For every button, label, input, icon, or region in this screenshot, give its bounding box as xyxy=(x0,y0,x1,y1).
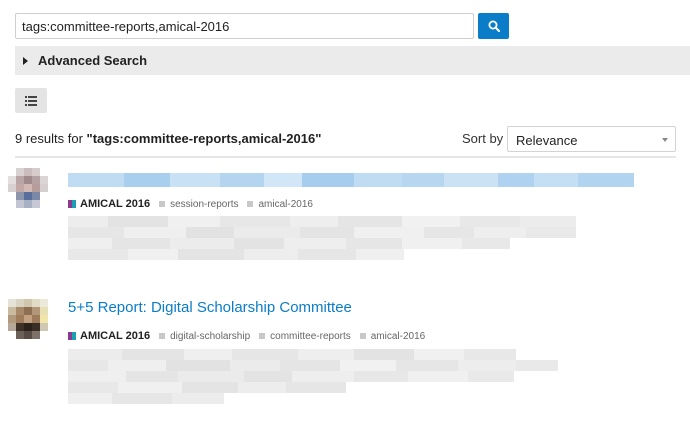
result-title[interactable] xyxy=(68,173,634,187)
list-view-button[interactable] xyxy=(15,88,47,113)
category-link[interactable]: AMICAL 2016 xyxy=(80,330,150,342)
category-icon xyxy=(68,332,76,340)
category-link[interactable]: AMICAL 2016 xyxy=(80,198,150,210)
tag-label: session-reports xyxy=(170,198,239,210)
tag-label: digital-scholarship xyxy=(170,330,251,342)
caret-right-icon xyxy=(23,56,28,65)
result-title[interactable]: 5+5 Report: Digital Scholarship Committe… xyxy=(68,299,352,316)
results-count: 9 results for xyxy=(15,131,87,146)
advanced-search-toggle[interactable]: Advanced Search xyxy=(15,46,690,75)
result-meta: AMICAL 2016 digital-scholarship committe… xyxy=(68,330,434,342)
tag-icon xyxy=(247,201,254,207)
results-query: "tags:committee-reports,amical-2016" xyxy=(86,131,322,146)
avatar[interactable] xyxy=(8,168,52,212)
tag[interactable]: amical-2016 xyxy=(359,330,426,342)
tag-icon xyxy=(159,333,166,339)
result-meta: AMICAL 2016 session-reports amical-2016 xyxy=(68,198,322,210)
tag[interactable]: amical-2016 xyxy=(247,198,313,210)
results-summary: 9 results for "tags:committee-reports,am… xyxy=(15,131,321,146)
category-icon xyxy=(68,200,76,208)
search-bar xyxy=(15,13,509,39)
search-icon xyxy=(488,20,500,32)
tag-icon xyxy=(159,201,166,207)
divider xyxy=(15,156,676,158)
tag-label: amical-2016 xyxy=(370,330,426,342)
search-input[interactable] xyxy=(15,13,474,39)
tag-icon xyxy=(259,333,266,339)
tag[interactable]: session-reports xyxy=(159,199,238,210)
sort-selected-value: Relevance xyxy=(516,133,578,148)
result-excerpt xyxy=(68,349,558,404)
advanced-search-label: Advanced Search xyxy=(38,53,148,68)
tag-label: amical-2016 xyxy=(258,198,313,210)
sort-select[interactable]: Relevance xyxy=(507,126,676,152)
sort-label: Sort by xyxy=(462,131,504,146)
result-excerpt xyxy=(68,216,576,260)
tag[interactable]: committee-reports xyxy=(259,331,351,342)
tag-label: committee-reports xyxy=(270,330,351,342)
tag-icon xyxy=(359,333,366,339)
search-button[interactable] xyxy=(478,13,509,39)
list-icon xyxy=(25,95,37,106)
chevron-down-icon xyxy=(662,138,668,142)
avatar[interactable] xyxy=(8,299,52,343)
tag[interactable]: digital-scholarship xyxy=(159,331,250,342)
